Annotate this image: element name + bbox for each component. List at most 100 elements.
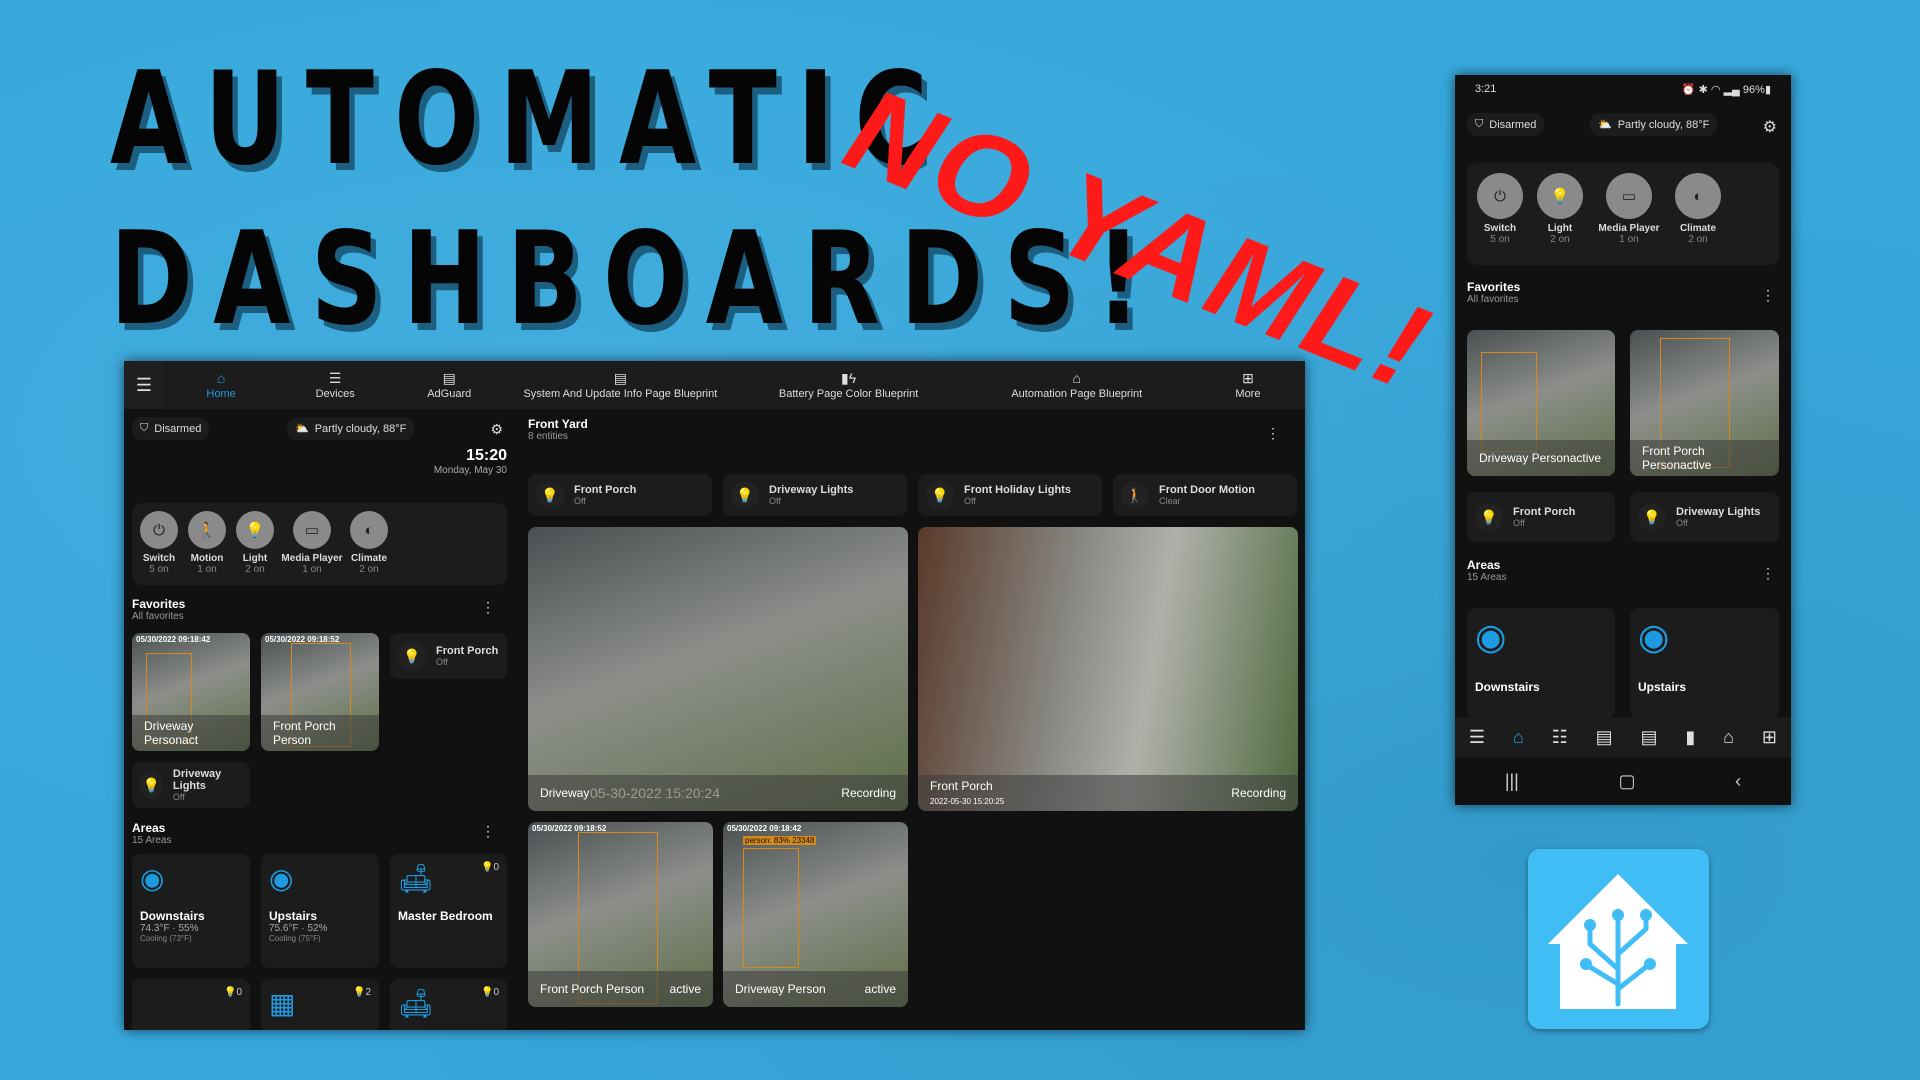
more-vert-icon[interactable]: ⋮ <box>1266 425 1280 442</box>
weather-status: Partly cloudy, 88°F <box>314 422 407 435</box>
gear-icon[interactable]: ⚙ <box>1763 117 1777 137</box>
hamburger-icon[interactable]: ☰ <box>124 361 164 409</box>
favorite-camera[interactable]: Driveway Personactive <box>1467 330 1615 476</box>
summary-switch[interactable]: ⏻ Switch 5 on <box>1477 173 1523 255</box>
section-subtitle: 8 entities <box>528 431 569 442</box>
weather-chip[interactable]: ⛅ Partly cloudy, 88°F <box>287 417 415 440</box>
area-card[interactable]: ▦ 💡2 <box>261 979 379 1030</box>
battery-charging-icon[interactable]: ▮ <box>1685 727 1695 748</box>
grid-icon[interactable]: ⊞ <box>1762 727 1777 748</box>
camera-label: Front Porch Person <box>261 715 379 751</box>
alarm-chip[interactable]: ⛉ Disarmed <box>1467 113 1545 136</box>
camera-label: Driveway Personactive <box>1467 440 1615 476</box>
tile-name: Driveway Lights <box>769 484 854 496</box>
tab-automation[interactable]: ⌂ Automation Page Blueprint <box>963 371 1191 400</box>
tile-name: Front Holiday Lights <box>964 484 1071 496</box>
weather-chip[interactable]: ⛅ Partly cloudy, 88°F <box>1590 113 1718 136</box>
home-assistant-house-icon <box>1548 874 1688 1009</box>
favorite-tile[interactable]: 💡 Driveway Lights Off <box>132 762 250 808</box>
summary-media-player[interactable]: ▭ Media Player 1 on <box>1598 173 1660 255</box>
tile-name: Front Porch <box>1513 506 1576 518</box>
list-icon: ☰ <box>328 369 342 386</box>
entity-tile[interactable]: 🚶 Front Door Motion Clear <box>1113 474 1297 516</box>
lightbulb-icon: 💡 <box>1638 503 1666 531</box>
gear-icon[interactable]: ⚙ <box>490 421 503 438</box>
tab-label: Devices <box>315 387 355 400</box>
server-network-icon[interactable]: ▤ <box>1641 727 1658 748</box>
summary-light[interactable]: 💡 Light 2 on <box>1537 173 1583 255</box>
tab-more[interactable]: ⊞ More <box>1191 371 1305 400</box>
detection-box <box>743 848 799 968</box>
favorite-camera[interactable]: 05/30/2022 09:18:52 Front Porch Person <box>261 633 379 751</box>
camera-name: Driveway <box>540 786 590 800</box>
back-icon[interactable]: ‹ <box>1735 771 1741 792</box>
clock-date: Monday, May 30 <box>433 465 507 476</box>
motion-sensor-icon: 🚶 <box>188 511 226 549</box>
thermostat-icon: ◐ <box>350 511 388 549</box>
alarm-chip[interactable]: ⛉ Disarmed <box>132 417 210 440</box>
summary-light[interactable]: 💡 Light 2 on <box>234 511 276 577</box>
camera-driveway-person[interactable]: 05/30/2022 09:18:42 person: 83% 23348 Driv… <box>723 822 908 1007</box>
top-nav: ☰ ⌂ Home ☰ Devices ▤ AdGuard ▤ System And Up… <box>124 361 1305 409</box>
tab-adguard[interactable]: ▤ AdGuard <box>392 371 506 400</box>
favorite-camera[interactable]: 05/30/2022 09:18:42 Driveway Personact <box>132 633 250 751</box>
summary-switch[interactable]: ⏻ Switch 5 on <box>138 511 180 577</box>
area-card[interactable]: 🛋 💡0 Master Bedroom <box>390 854 507 968</box>
camera-driveway[interactable]: Driveway 05-30-2022 15:20:24 Recording <box>528 527 908 811</box>
lightbulb-icon: 💡 <box>236 511 274 549</box>
tab-devices[interactable]: ☰ Devices <box>278 371 392 400</box>
area-card[interactable]: ◉ Upstairs 75.6°F · 52% Cooling (75°F) <box>261 854 379 968</box>
summary-state: 2 on <box>245 564 265 575</box>
area-card[interactable]: ◉ Downstairs 74.3°F · 55% Cooling (73°F) <box>132 854 250 968</box>
status-time: 3:21 <box>1475 83 1497 95</box>
favorite-tile[interactable]: 💡 Driveway Lights Off <box>1630 492 1779 542</box>
tab-battery[interactable]: ▮ϟ Battery Page Color Blueprint <box>734 371 962 400</box>
light-count-value: 0 <box>493 987 499 998</box>
list-icon[interactable]: ☷ <box>1552 727 1568 748</box>
home-automation-icon: ⌂ <box>1072 369 1082 386</box>
more-vert-icon[interactable]: ⋮ <box>1761 565 1775 582</box>
tab-label: Automation Page Blueprint <box>1011 387 1143 400</box>
tab-label: System And Update Info Page Blueprint <box>523 387 718 400</box>
summary-motion[interactable]: 🚶 Motion 1 on <box>186 511 228 577</box>
home-button-icon[interactable]: ▢ <box>1618 771 1635 792</box>
home-automation-icon[interactable]: ⌂ <box>1723 727 1734 748</box>
area-card[interactable]: 🛋 💡0 <box>390 979 507 1030</box>
area-card[interactable]: 💡0 <box>132 979 250 1030</box>
tile-state: Off <box>964 496 976 506</box>
more-vert-icon[interactable]: ⋮ <box>481 823 495 840</box>
summary-card: ⏻ Switch 5 on 💡 Light 2 on ▭ Media Player 1 on… <box>1467 163 1779 265</box>
area-card[interactable]: ◉ Downstairs <box>1467 608 1615 718</box>
camera-front-porch[interactable]: Front Porch 2022-05-30 15:20:25 Recording <box>918 527 1298 811</box>
summary-state: 1 on <box>197 564 217 575</box>
light-count: 💡0 <box>223 987 242 998</box>
summary-name: Switch <box>1483 223 1517 234</box>
favorite-tile[interactable]: 💡 Front Porch Off <box>390 633 507 679</box>
camera-front-porch-person[interactable]: 05/30/2022 09:18:52 Front Porch Person act… <box>528 822 713 1007</box>
entity-tile[interactable]: 💡 Front Holiday Lights Off <box>918 474 1102 516</box>
tab-home[interactable]: ⌂ Home <box>164 371 278 400</box>
entity-tile[interactable]: 💡 Driveway Lights Off <box>723 474 907 516</box>
camera-label: Driveway Personact <box>132 715 250 751</box>
server-icon[interactable]: ▤ <box>1596 727 1613 748</box>
summary-climate[interactable]: ◐ Climate 2 on <box>348 511 390 577</box>
home-icon[interactable]: ⌂ <box>1513 727 1524 748</box>
favorite-camera[interactable]: Front Porch Personactive <box>1630 330 1779 476</box>
alarm-status: Disarmed <box>154 422 202 435</box>
more-vert-icon[interactable]: ⋮ <box>1761 287 1775 304</box>
light-count-value: 0 <box>236 987 242 998</box>
hamburger-icon[interactable]: ☰ <box>1469 727 1485 748</box>
camera-label: Driveway Personactive <box>723 971 908 1007</box>
more-vert-icon[interactable]: ⋮ <box>481 599 495 616</box>
section-title: Favorites <box>132 597 186 611</box>
summary-name: Light <box>242 553 268 564</box>
tab-system-update[interactable]: ▤ System And Update Info Page Blueprint <box>506 371 734 400</box>
recents-icon[interactable]: ||| <box>1505 771 1519 792</box>
summary-name: Light <box>1547 223 1573 234</box>
summary-climate[interactable]: ◐ Climate 2 on <box>1675 173 1721 255</box>
area-card[interactable]: ◉ Upstairs <box>1630 608 1779 718</box>
favorite-tile[interactable]: 💡 Front Porch Off <box>1467 492 1615 542</box>
entity-tile[interactable]: 💡 Front Porch Off <box>528 474 712 516</box>
summary-state: 2 on <box>1550 234 1570 245</box>
summary-media-player[interactable]: ▭ Media Player 1 on <box>281 511 343 577</box>
